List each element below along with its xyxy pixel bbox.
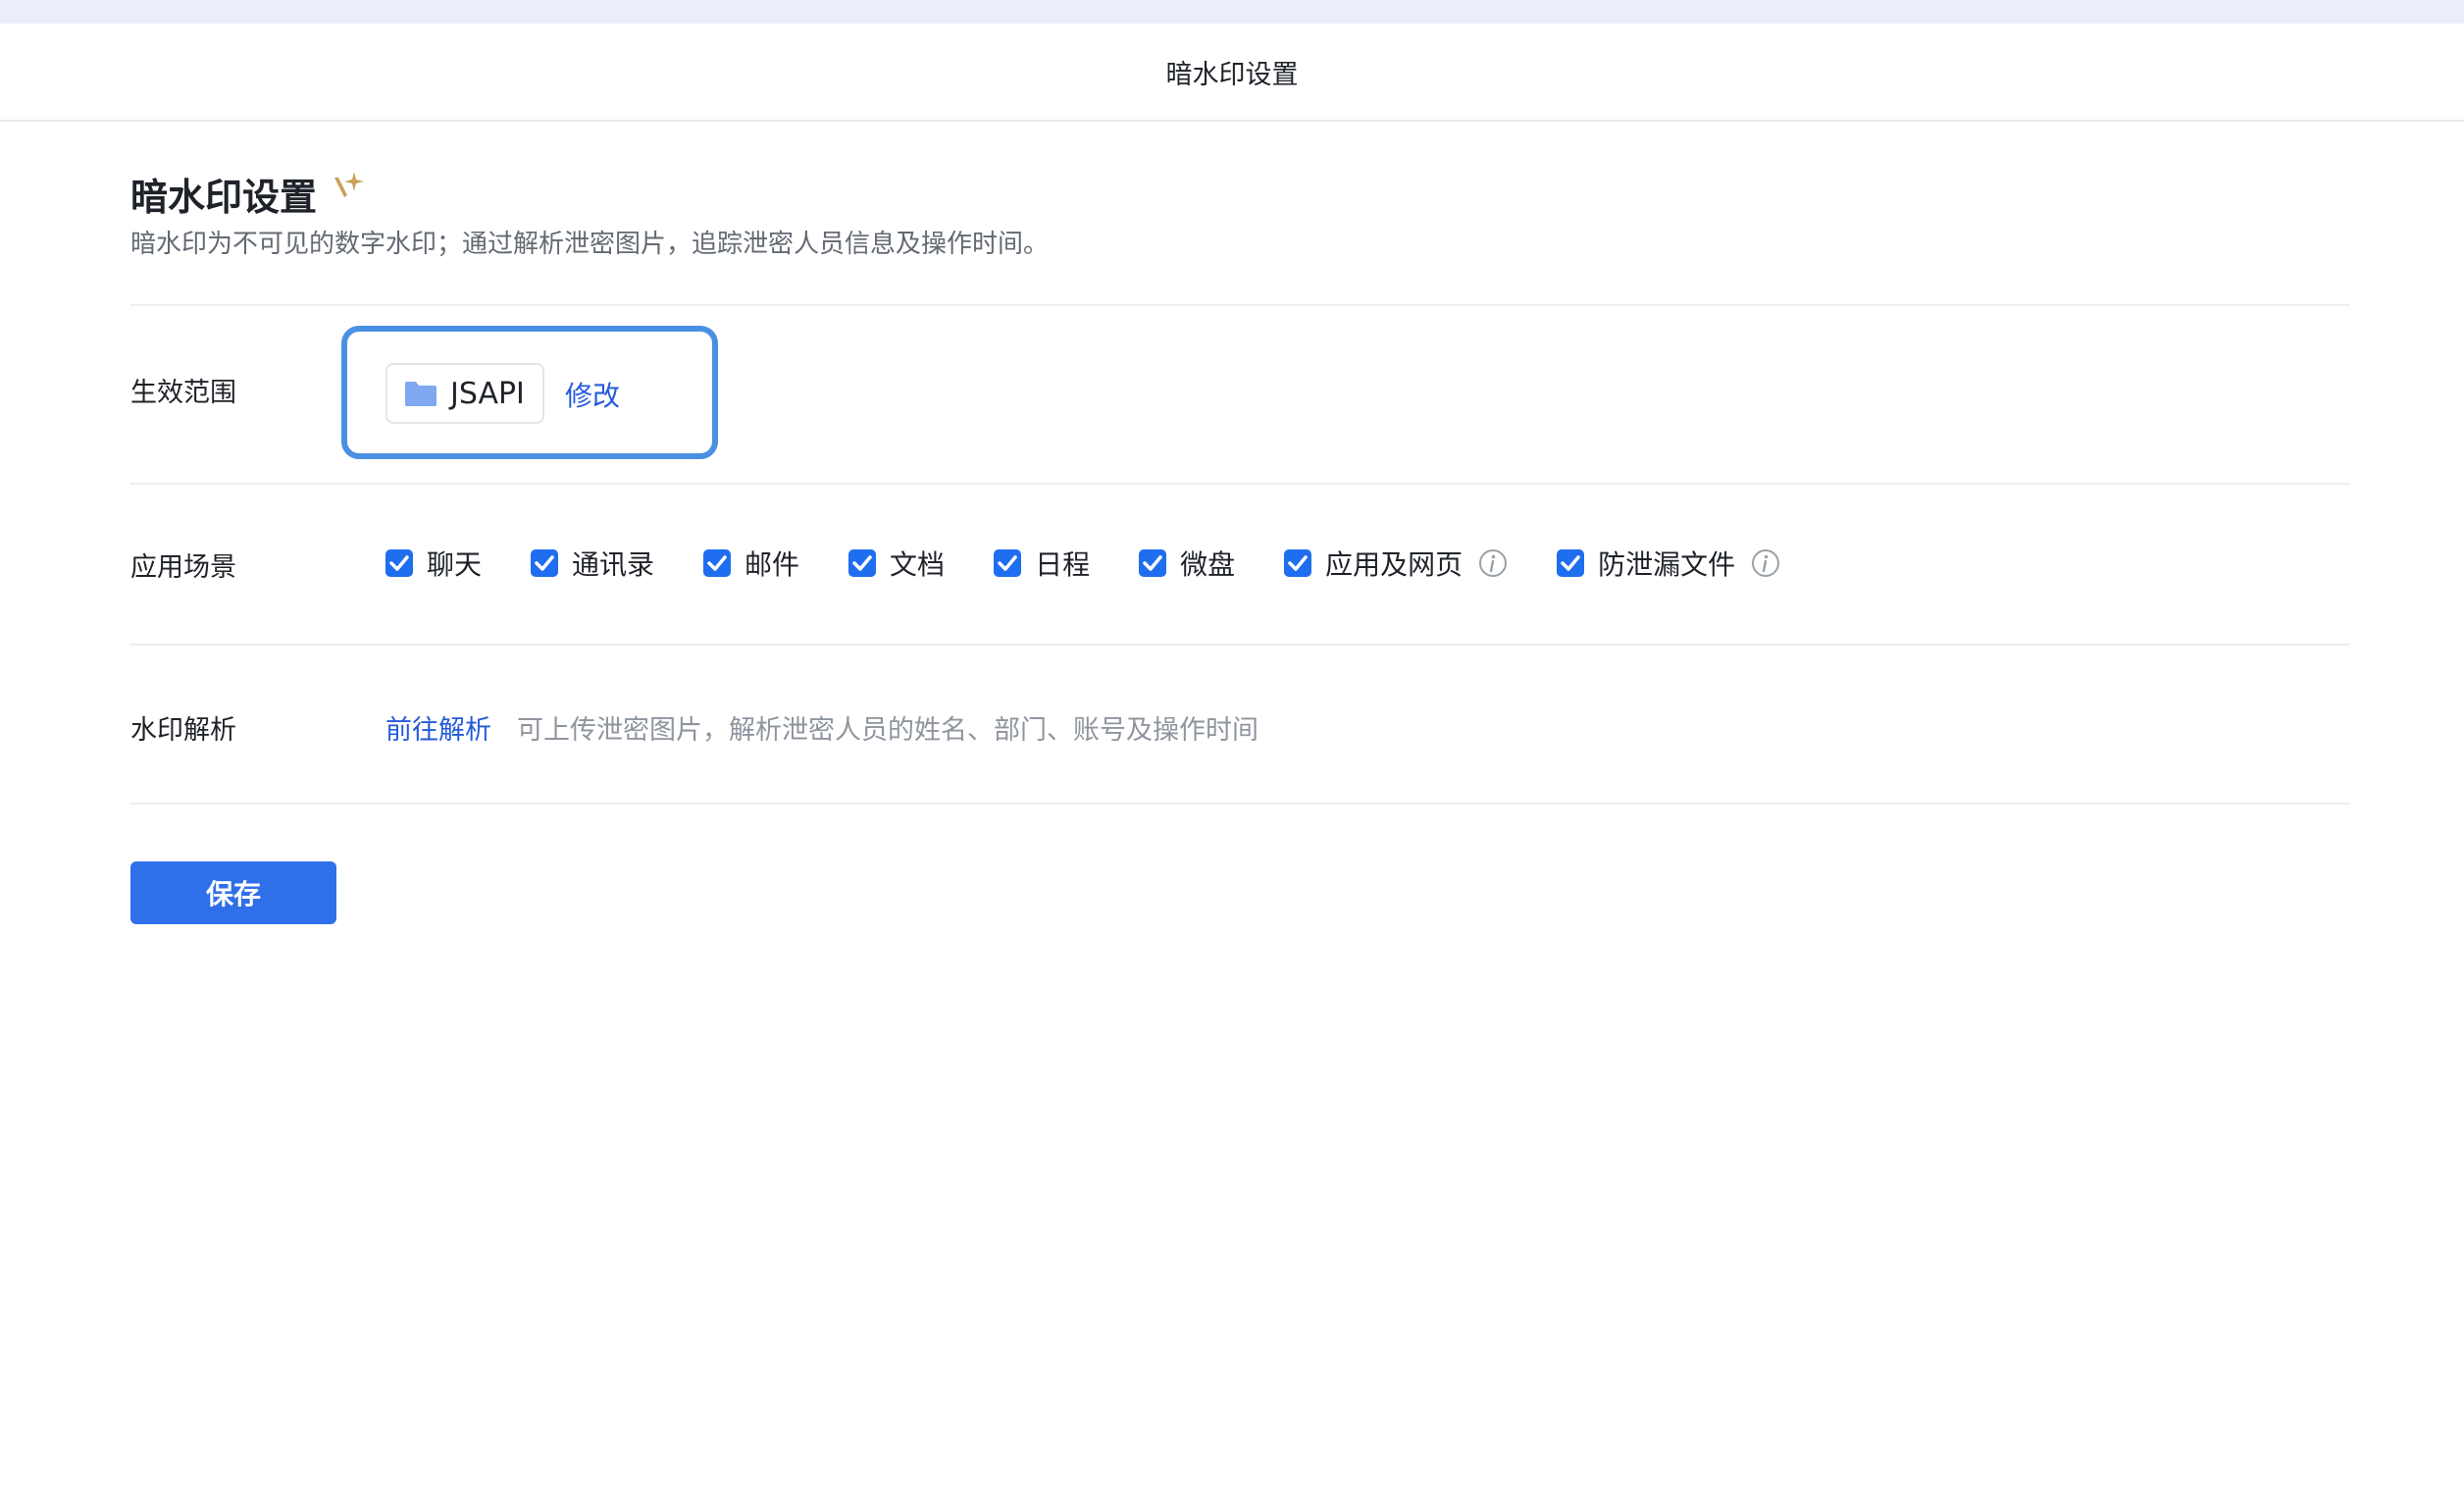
sparkle-icon [334, 171, 365, 197]
checkbox-checked-icon [1557, 549, 1585, 577]
page-title: 暗水印设置 [130, 176, 318, 219]
scenes-label: 应用场景 [130, 552, 236, 583]
scene-label: 邮件 [744, 548, 800, 581]
info-icon[interactable] [1751, 548, 1780, 578]
header-title: 暗水印设置 [1165, 59, 1299, 90]
checkbox-checked-icon [994, 549, 1022, 577]
page-title-row: 暗水印设置 [130, 167, 366, 221]
divider [130, 483, 2349, 485]
scope-edit-link[interactable]: 修改 [565, 375, 620, 414]
go-parse-link[interactable]: 前往解析 [385, 708, 491, 747]
scene-checkbox-group: 聊天 通讯录 邮件 文档 日程 微盘 应用及网页 防泄漏文件 [385, 544, 1829, 583]
info-icon[interactable] [1478, 548, 1508, 578]
scope-tag-text: JSAPI [450, 376, 525, 411]
window-header: 暗水印设置 [0, 24, 2464, 122]
folder-icon [405, 382, 436, 406]
scene-checkbox-apps-web[interactable]: 应用及网页 [1284, 544, 1508, 583]
scope-tag: JSAPI [385, 363, 544, 424]
checkbox-checked-icon [1284, 549, 1312, 577]
checkbox-checked-icon [703, 549, 732, 577]
scene-label: 文档 [890, 548, 946, 581]
scene-label: 微盘 [1180, 548, 1236, 581]
scene-checkbox-dlp-files[interactable]: 防泄漏文件 [1557, 544, 1780, 583]
scene-checkbox-contacts[interactable]: 通讯录 [531, 544, 654, 583]
divider [130, 644, 2349, 646]
scene-label: 日程 [1035, 548, 1091, 581]
scope-label: 生效范围 [130, 378, 236, 408]
parse-description: 可上传泄密图片，解析泄密人员的姓名、部门、账号及操作时间 [517, 715, 1258, 746]
scene-label: 防泄漏文件 [1598, 548, 1736, 581]
scene-checkbox-mail[interactable]: 邮件 [703, 544, 799, 583]
divider [130, 803, 2349, 805]
scene-label: 应用及网页 [1325, 548, 1463, 581]
divider [130, 304, 2349, 306]
scene-checkbox-docs[interactable]: 文档 [848, 544, 945, 583]
scene-checkbox-calendar[interactable]: 日程 [994, 544, 1090, 583]
parse-row: 前往解析 可上传泄密图片，解析泄密人员的姓名、部门、账号及操作时间 [385, 708, 1258, 747]
scene-label: 聊天 [427, 548, 483, 581]
checkbox-checked-icon [531, 549, 559, 577]
scene-checkbox-drive[interactable]: 微盘 [1139, 544, 1235, 583]
parse-label: 水印解析 [130, 715, 236, 746]
checkbox-checked-icon [848, 549, 877, 577]
page-description: 暗水印为不可见的数字水印；通过解析泄密图片，追踪泄密人员信息及操作时间。 [130, 230, 1050, 259]
top-strip [0, 0, 2464, 24]
scene-label: 通讯录 [572, 548, 655, 581]
save-button[interactable]: 保存 [130, 861, 336, 924]
checkbox-checked-icon [1139, 549, 1167, 577]
checkbox-checked-icon [385, 549, 413, 577]
scene-checkbox-chat[interactable]: 聊天 [385, 544, 482, 583]
